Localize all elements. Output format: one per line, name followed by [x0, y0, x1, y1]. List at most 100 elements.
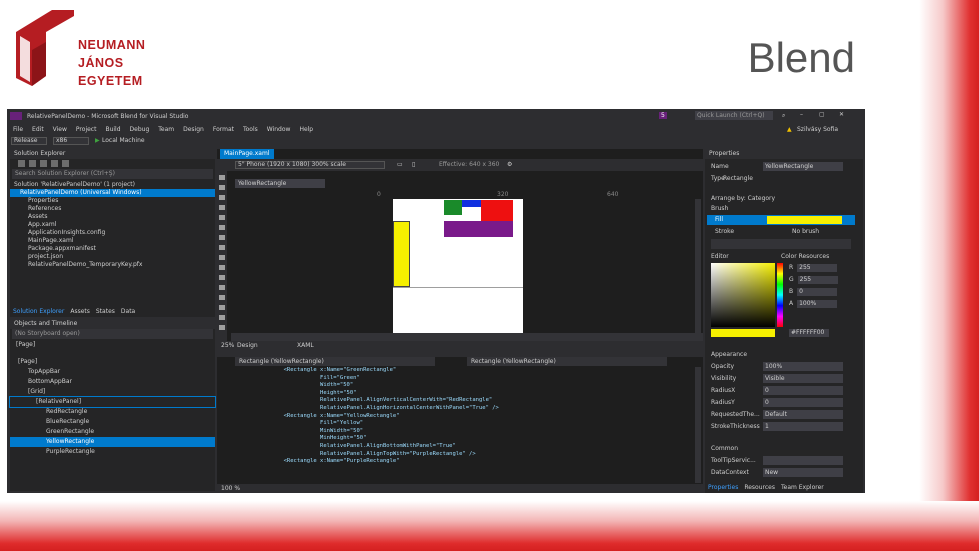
- menu-item-file[interactable]: File: [13, 126, 23, 133]
- object-item[interactable]: BottomAppBar: [10, 377, 215, 387]
- solution-item[interactable]: project.json: [10, 253, 215, 261]
- object-item[interactable]: YellowRectangle: [10, 437, 215, 447]
- property-value-input[interactable]: 1: [763, 422, 843, 431]
- refresh-icon[interactable]: [40, 160, 47, 167]
- design-tab[interactable]: Design: [237, 342, 258, 349]
- solution-item[interactable]: ApplicationInsights.config: [10, 229, 215, 237]
- mainpage-tab[interactable]: MainPage.xaml: [220, 149, 274, 159]
- stroke-row[interactable]: Stroke No brush: [707, 227, 855, 237]
- appearance-section[interactable]: Appearance: [711, 351, 747, 358]
- portrait-icon[interactable]: ▯: [412, 161, 415, 168]
- zoom-dropdown[interactable]: 25%: [221, 342, 234, 349]
- object-item[interactable]: PurpleRectangle: [10, 447, 215, 457]
- solution-item[interactable]: App.xaml: [10, 221, 215, 229]
- tab-resources[interactable]: Resources: [741, 483, 778, 492]
- menu-item-build[interactable]: Build: [105, 126, 120, 133]
- platform-dropdown[interactable]: x86: [53, 137, 89, 145]
- solution-item[interactable]: Solution 'RelativePanelDemo' (1 project): [10, 181, 215, 189]
- solution-search-input[interactable]: Search Solution Explorer (Ctrl+Ş): [12, 169, 213, 179]
- object-item[interactable]: GreenRectangle: [10, 427, 215, 437]
- menu-item-format[interactable]: Format: [213, 126, 234, 133]
- menu-item-team[interactable]: Team: [158, 126, 174, 133]
- hex-input[interactable]: #FFFFFF00: [789, 329, 829, 337]
- object-item[interactable]: [RelativePanel]: [9, 396, 216, 408]
- device-dropdown[interactable]: 5" Phone (1920 x 1080) 300% scale: [235, 161, 385, 169]
- fill-swatch[interactable]: [767, 216, 842, 224]
- red-rectangle[interactable]: [481, 200, 513, 221]
- run-icon[interactable]: ▶: [95, 137, 100, 144]
- maximize-button[interactable]: ▢: [819, 111, 825, 118]
- brush-section[interactable]: Brush: [711, 205, 728, 212]
- fill-row[interactable]: Fill: [707, 215, 855, 225]
- xaml-code[interactable]: <Rectangle x:Name="GreenRectangle" Fill=…: [277, 367, 499, 466]
- xaml-left-dropdown[interactable]: Rectangle (YellowRectangle): [235, 357, 435, 366]
- property-value-input[interactable]: 100%: [763, 362, 843, 371]
- object-item[interactable]: BlueRectangle: [10, 417, 215, 427]
- xaml-zoom[interactable]: 100 %: [221, 485, 240, 492]
- property-value-input[interactable]: 0: [763, 398, 843, 407]
- solution-item[interactable]: RelativePanelDemo_TemporaryKey.pfx: [10, 261, 215, 269]
- back-icon[interactable]: [29, 160, 36, 167]
- user-name[interactable]: Szilvásy Sofia: [797, 126, 838, 133]
- blue-rectangle[interactable]: [462, 200, 481, 207]
- designer-hscroll[interactable]: [231, 333, 703, 341]
- tab-states[interactable]: States: [93, 307, 118, 316]
- xaml-right-dropdown[interactable]: Rectangle (YellowRectangle): [467, 357, 667, 366]
- solution-item[interactable]: Assets: [10, 213, 215, 221]
- menu-item-design[interactable]: Design: [183, 126, 204, 133]
- gear-icon[interactable]: ⚙: [507, 161, 512, 168]
- solution-item[interactable]: RelativePanelDemo (Universal Windows): [10, 189, 215, 197]
- solution-item[interactable]: Package.appxmanifest: [10, 245, 215, 253]
- solution-item[interactable]: MainPage.xaml: [10, 237, 215, 245]
- settings-icon[interactable]: [62, 160, 69, 167]
- xaml-vscroll[interactable]: [695, 367, 701, 483]
- tab-assets[interactable]: Assets: [67, 307, 93, 316]
- object-item[interactable]: RedRectangle: [10, 407, 215, 417]
- config-dropdown[interactable]: Release: [11, 137, 47, 145]
- property-value-input[interactable]: 0: [763, 386, 843, 395]
- storyboard-dropdown[interactable]: (No Storyboard open): [12, 329, 213, 339]
- yellow-rectangle[interactable]: [393, 221, 410, 287]
- menu-item-window[interactable]: Window: [267, 126, 291, 133]
- page-scope[interactable]: [Page]: [10, 339, 215, 351]
- rgba-value-input[interactable]: 255: [797, 276, 838, 284]
- name-input[interactable]: YellowRectangle: [763, 162, 843, 171]
- designer-vscroll[interactable]: [695, 199, 701, 333]
- object-item[interactable]: TopAppBar: [10, 367, 215, 377]
- solution-item[interactable]: Properties: [10, 197, 215, 205]
- search-icon[interactable]: ⌕: [782, 112, 785, 120]
- property-value-input[interactable]: [763, 456, 843, 465]
- arrange-dropdown[interactable]: Arrange by: Category: [711, 195, 775, 202]
- xaml-tab[interactable]: XAML: [297, 342, 314, 349]
- green-rectangle[interactable]: [444, 200, 462, 215]
- designer-breadcrumb[interactable]: YellowRectangle: [235, 179, 325, 188]
- artboard[interactable]: [393, 199, 523, 333]
- rgba-value-input[interactable]: 100%: [797, 300, 838, 308]
- landscape-icon[interactable]: ▭: [397, 161, 403, 168]
- collapse-icon[interactable]: [51, 160, 58, 167]
- menu-item-view[interactable]: View: [53, 126, 67, 133]
- tab-team-explorer[interactable]: Team Explorer: [778, 483, 827, 492]
- purple-rectangle[interactable]: [444, 221, 513, 237]
- rgba-value-input[interactable]: 255: [797, 264, 838, 272]
- menu-item-help[interactable]: Help: [299, 126, 313, 133]
- quick-launch-input[interactable]: Quick Launch (Ctrl+Q): [695, 111, 773, 120]
- menu-item-tools[interactable]: Tools: [243, 126, 258, 133]
- home-icon[interactable]: [18, 160, 25, 167]
- run-target-button[interactable]: Local Machine: [102, 137, 145, 144]
- tab-solution-explorer[interactable]: Solution Explorer: [10, 307, 67, 316]
- notification-badge[interactable]: 5: [659, 112, 667, 119]
- tool-icons[interactable]: [219, 175, 225, 335]
- common-section[interactable]: Common: [711, 445, 738, 452]
- property-value-input[interactable]: New: [763, 468, 843, 477]
- object-item[interactable]: [Page]: [10, 357, 215, 367]
- close-button[interactable]: ✕: [839, 111, 844, 118]
- color-picker[interactable]: [711, 263, 775, 327]
- tab-properties[interactable]: Properties: [705, 483, 741, 492]
- object-item[interactable]: [Grid]: [10, 387, 215, 397]
- color-resources-label[interactable]: Color Resources: [781, 253, 829, 260]
- property-value-input[interactable]: Default: [763, 410, 843, 419]
- hue-slider[interactable]: [777, 263, 783, 327]
- brush-type-tabs[interactable]: [711, 239, 851, 249]
- tab-data[interactable]: Data: [118, 307, 138, 316]
